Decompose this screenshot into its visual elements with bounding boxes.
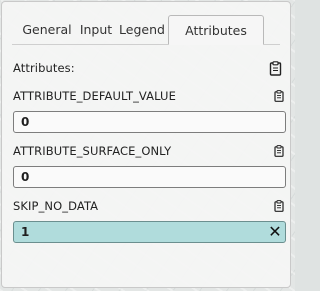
tab-bar: General Input Legend Attributes (18, 15, 278, 45)
tab-legend[interactable]: Legend (116, 15, 168, 44)
clipboard-icon[interactable] (274, 200, 284, 212)
clipboard-icon[interactable] (274, 145, 284, 157)
tab-attributes[interactable]: Attributes (168, 15, 264, 44)
field-label-skip-no-data: SKIP_NO_DATA (13, 199, 99, 213)
skip-no-data-field[interactable]: 1 ✕ (13, 221, 286, 243)
attribute-default-value-field[interactable]: 0 (13, 111, 286, 133)
attribute-surface-only-field[interactable]: 0 (13, 166, 286, 188)
field-label-attribute-default-value: ATTRIBUTE_DEFAULT_VALUE (13, 89, 176, 103)
attributes-panel: General Input Legend Attributes Attribut… (1, 1, 291, 288)
attributes-heading: Attributes: (13, 61, 75, 75)
tab-input[interactable]: Input (76, 15, 116, 44)
tab-general[interactable]: General (18, 15, 76, 44)
clipboard-icon[interactable] (269, 61, 282, 76)
field-label-attribute-surface-only: ATTRIBUTE_SURFACE_ONLY (13, 144, 172, 158)
clear-icon[interactable]: ✕ (268, 224, 282, 240)
skip-no-data-value: 1 (21, 225, 30, 239)
clipboard-icon[interactable] (274, 90, 284, 102)
